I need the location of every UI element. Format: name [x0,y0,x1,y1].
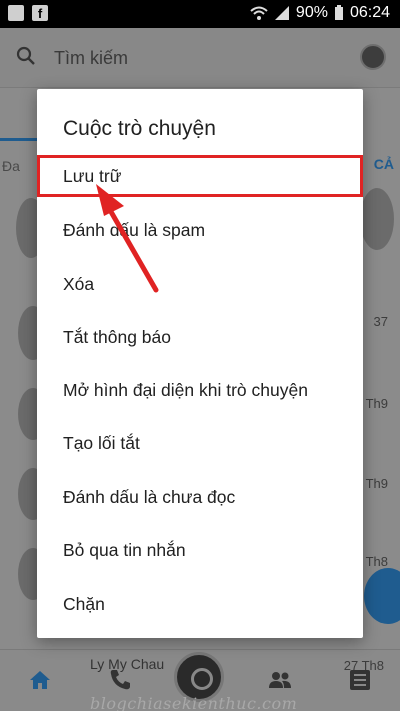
wifi-icon [250,6,268,20]
menu-item-open-chat-head[interactable]: Mở hình đại diện khi trò chuyện [37,368,363,412]
avatar [360,188,394,250]
dialog-title: Cuộc trò chuyện [63,117,216,140]
battery-percent: 90% [295,4,328,21]
conversation-time: 37 [373,314,388,329]
menu-item-block[interactable]: Chặn [37,582,363,626]
home-icon[interactable] [28,668,52,692]
menu-item-create-shortcut[interactable]: Tạo lối tắt [37,421,363,465]
battery-icon [334,5,343,20]
watermark: blogchiasekienthuc.com [90,694,298,711]
bottom-navigation: Ly My Chau 27 Th8 blogchiasekienthuc.com [0,649,400,711]
menu-item-mute-notifications[interactable]: Tắt thông báo [37,315,363,359]
list-icon[interactable] [348,668,372,692]
facebook-icon: f [32,5,48,21]
see-all-fragment[interactable]: CẢ [374,156,394,172]
profile-avatar[interactable] [360,44,386,70]
phone-icon[interactable] [108,668,132,692]
conversation-time: Th9 [365,476,388,491]
search-input[interactable]: Tìm kiếm [54,48,128,69]
conversation-time: Th8 [365,554,388,569]
conversation-options-dialog: Cuộc trò chuyện Lưu trữ Đánh dấu là spam… [37,89,363,638]
search-icon [16,46,35,65]
search-bar[interactable]: Tìm kiếm [0,28,400,88]
menu-item-delete[interactable]: Xóa [37,262,363,306]
image-icon [8,5,24,21]
menu-item-mark-spam[interactable]: Đánh dấu là spam [37,208,363,252]
clock: 06:24 [349,4,390,21]
section-label-fragment: Đa [2,158,20,174]
signal-icon [274,6,289,20]
menu-item-mark-unread[interactable]: Đánh dấu là chưa đọc [37,475,363,519]
highlight-box [37,155,363,197]
new-message-button[interactable] [364,568,400,624]
conversation-time: Th9 [365,396,388,411]
status-bar: f 90% 06:24 [0,0,400,28]
people-icon[interactable] [268,668,292,692]
menu-item-ignore-messages[interactable]: Bỏ qua tin nhắn [37,528,363,572]
active-tab-indicator [0,138,40,141]
